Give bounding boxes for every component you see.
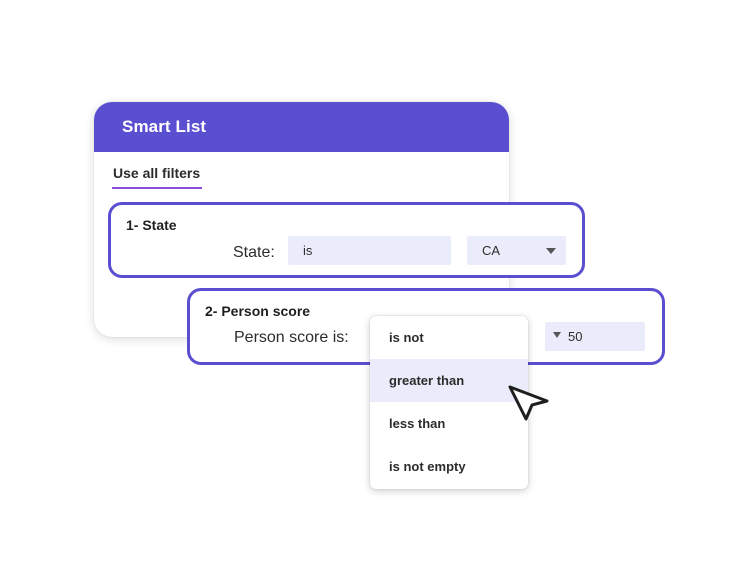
- smart-list-header: Smart List: [94, 102, 509, 152]
- dropdown-option-is-not[interactable]: is not: [370, 316, 528, 359]
- caret-down-icon: [553, 332, 561, 338]
- filter-label: Person score is:: [234, 329, 349, 346]
- person-score-value: 50: [568, 329, 583, 344]
- caret-down-icon: [546, 248, 556, 254]
- state-value: CA: [482, 243, 501, 258]
- state-operator-value: is: [303, 243, 313, 258]
- filter-state: 1- State State: is CA: [108, 202, 585, 278]
- tab-use-all-filters[interactable]: Use all filters: [112, 165, 203, 189]
- person-score-value-field[interactable]: 50: [545, 322, 645, 351]
- stage: Smart List Use all filters 1- State Stat…: [0, 0, 750, 563]
- filter-title: 1- State: [126, 217, 177, 233]
- state-value-select[interactable]: CA: [467, 236, 566, 265]
- smart-list-title: Smart List: [122, 117, 207, 136]
- filter-label: State:: [233, 244, 275, 261]
- arrow-pointer-icon: [508, 385, 549, 421]
- dropdown-option-is-not-empty[interactable]: is not empty: [370, 445, 528, 488]
- state-operator-field[interactable]: is: [288, 236, 451, 265]
- filter-title: 2- Person score: [205, 303, 311, 319]
